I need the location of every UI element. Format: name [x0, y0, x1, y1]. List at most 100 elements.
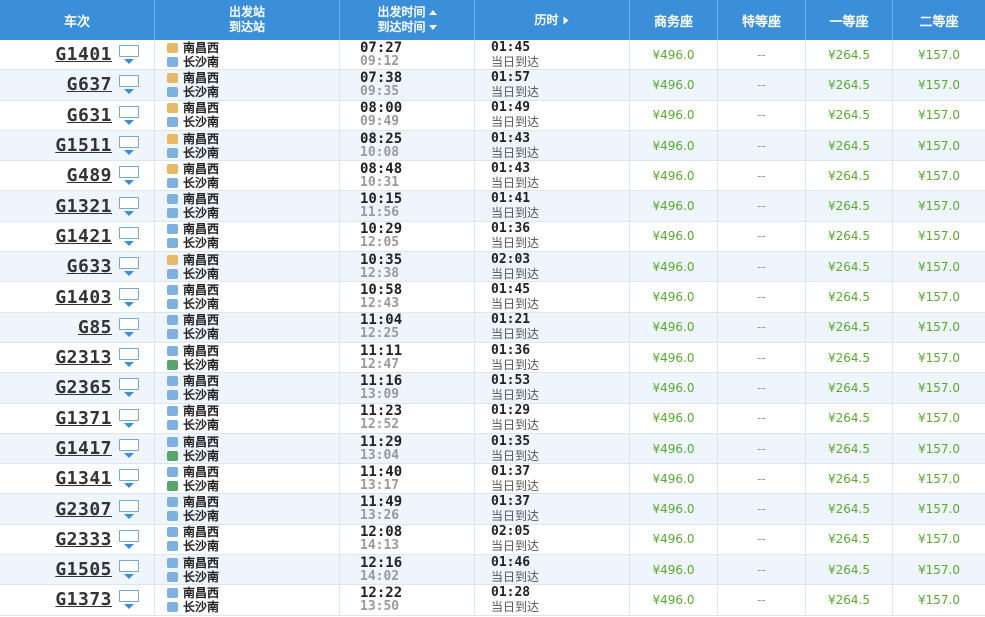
train-info-icon[interactable] [118, 560, 140, 580]
arrival-time: 13:50 [360, 598, 400, 614]
train-number-link[interactable]: G1417 [55, 438, 112, 459]
header-arr-sort[interactable]: 到达时间 [377, 20, 437, 35]
table-row[interactable]: G631 南昌西 长沙南 08:00 09:49 01:49 当日到达 ¥496.0 -- ¥26… [0, 100, 985, 131]
second-class-price: ¥157.0 [918, 411, 960, 426]
train-number-link[interactable]: G1505 [55, 559, 112, 580]
train-number-link[interactable]: G1321 [55, 196, 112, 217]
station-badge-icon [167, 450, 178, 461]
table-row[interactable]: G1321 南昌西 长沙南 10:15 11:56 01:41 当日到达 ¥496.0 -- ¥2… [0, 191, 985, 222]
train-number-link[interactable]: G1421 [55, 226, 112, 247]
train-number-link[interactable]: G1341 [55, 468, 112, 489]
arrival-time: 14:02 [360, 568, 400, 584]
first-class-price: ¥264.5 [806, 130, 893, 161]
header-train[interactable]: 车次 [0, 0, 155, 40]
train-number-link[interactable]: G2313 [55, 347, 112, 368]
table-row[interactable]: G2313 南昌西 长沙南 11:11 12:47 01:36 当日到达 ¥496.0 -- ¥2… [0, 342, 985, 374]
header-dep-sort[interactable]: 出发时间 [377, 5, 437, 20]
times-cell: 11:11 12:47 [340, 342, 475, 373]
from-station-name: 南昌西 [183, 373, 220, 388]
special-price: -- [718, 555, 806, 585]
train-info-icon[interactable] [118, 499, 140, 519]
train-info-icon[interactable] [118, 226, 140, 246]
train-number-link[interactable]: G1403 [55, 287, 112, 308]
train-number-link[interactable]: G1511 [55, 135, 112, 156]
train-info-icon[interactable] [118, 590, 140, 610]
table-row[interactable]: G1421 南昌西 长沙南 10:29 12:05 01:36 当日到达 ¥496.0 -- ¥2… [0, 221, 985, 253]
table-body: G1401 南昌西 长沙南 07:27 09:12 01:45 当日到达 ¥496.0 -- ¥2… [0, 40, 985, 616]
table-row[interactable]: G1511 南昌西 长沙南 08:25 10:08 01:43 当日到达 ¥496.0 -- ¥2… [0, 130, 985, 162]
train-number-link[interactable]: G633 [67, 256, 112, 277]
train-number-link[interactable]: G2333 [55, 529, 112, 550]
header-duration[interactable]: 历时 [475, 0, 630, 40]
train-info-icon[interactable] [118, 45, 140, 65]
train-info-icon[interactable] [118, 257, 140, 277]
train-info-icon[interactable] [118, 529, 140, 549]
station-badge-icon [167, 56, 178, 67]
table-row[interactable]: G637 南昌西 长沙南 07:38 09:35 01:57 当日到达 ¥496.0 -- ¥26… [0, 70, 985, 101]
to-station-name: 长沙南 [183, 297, 220, 312]
table-row[interactable]: G1505 南昌西 长沙南 12:16 14:02 01:46 当日到达 ¥496.0 -- ¥2… [0, 555, 985, 586]
duration-time: 01:49 [491, 100, 531, 116]
train-info-icon[interactable] [118, 75, 140, 95]
to-station-name: 长沙南 [183, 266, 220, 281]
departure-time: 12:22 [360, 584, 403, 601]
train-info-icon[interactable] [118, 166, 140, 186]
header-arr-label: 到达时间 [377, 20, 426, 34]
table-row[interactable]: G2333 南昌西 长沙南 12:08 14:13 02:05 当日到达 ¥496.0 -- ¥2… [0, 524, 985, 556]
first-class-price: ¥264.5 [806, 373, 893, 403]
table-row[interactable]: G85 南昌西 长沙南 11:04 12:25 01:21 当日到达 ¥496.0 -- ¥264… [0, 312, 985, 343]
table-row[interactable]: G1401 南昌西 长沙南 07:27 09:12 01:45 当日到达 ¥496.0 -- ¥2… [0, 40, 985, 71]
train-info-icon[interactable] [118, 378, 140, 398]
header-train-label: 车次 [63, 14, 90, 30]
train-number-link[interactable]: G2307 [55, 499, 112, 520]
train-info-icon[interactable] [118, 196, 140, 216]
table-row[interactable]: G489 南昌西 长沙南 08:48 10:31 01:43 当日到达 ¥496.0 -- ¥26… [0, 161, 985, 192]
header-stations[interactable]: 出发站 到达站 [155, 0, 340, 40]
table-row[interactable]: G633 南昌西 长沙南 10:35 12:38 02:03 当日到达 ¥496.0 -- ¥26… [0, 252, 985, 283]
duration-time: 01:37 [491, 494, 531, 510]
train-info-icon[interactable] [118, 136, 140, 156]
special-price: -- [718, 130, 806, 161]
train-info-icon[interactable] [118, 348, 140, 368]
train-number-link[interactable]: G1401 [55, 44, 112, 65]
departure-time: 11:49 [360, 494, 403, 511]
train-number-link[interactable]: G489 [67, 165, 112, 186]
table-row[interactable]: G2365 南昌西 长沙南 11:16 13:09 01:53 当日到达 ¥496.0 -- ¥2… [0, 373, 985, 404]
train-number-link[interactable]: G637 [67, 74, 112, 95]
special-price: -- [718, 191, 806, 221]
from-station-name: 南昌西 [183, 222, 220, 237]
table-row[interactable]: G1341 南昌西 长沙南 11:40 13:17 01:37 当日到达 ¥496.0 -- ¥2… [0, 464, 985, 495]
arrival-time: 09:49 [360, 114, 400, 130]
train-info-icon[interactable] [118, 439, 140, 458]
table-row[interactable]: G1403 南昌西 长沙南 10:58 12:43 01:45 当日到达 ¥496.0 -- ¥2… [0, 282, 985, 313]
duration-cell: 01:37 当日到达 [475, 494, 630, 524]
train-info-icon[interactable] [118, 469, 140, 489]
train-number-link[interactable]: G2365 [55, 377, 112, 398]
from-station: 南昌西 [167, 313, 219, 327]
table-row[interactable]: G1371 南昌西 长沙南 11:23 12:52 01:29 当日到达 ¥496.0 -- ¥2… [0, 403, 985, 434]
train-number-link[interactable]: G1371 [55, 408, 112, 429]
header-times[interactable]: 出发时间 到达时间 [340, 0, 475, 40]
table-row[interactable]: G1417 南昌西 长沙南 11:29 13:04 01:35 当日到达 ¥496.0 -- ¥2… [0, 433, 985, 465]
special-price: -- [718, 312, 806, 342]
business-price: ¥496.0 [630, 494, 718, 524]
business-price: ¥496.0 [630, 585, 718, 615]
stations-cell: 南昌西 长沙南 [155, 100, 340, 130]
to-station-name: 长沙南 [183, 175, 220, 190]
business-price: ¥496.0 [630, 70, 718, 100]
duration-cell: 02:05 当日到达 [475, 524, 630, 555]
business-price: ¥496.0 [630, 130, 718, 161]
train-info-icon[interactable] [118, 317, 140, 337]
table-row[interactable]: G1373 南昌西 长沙南 12:22 13:50 01:28 当日到达 ¥496.0 -- ¥2… [0, 584, 985, 616]
train-number-link[interactable]: G85 [78, 317, 112, 338]
train-info-icon[interactable] [118, 287, 140, 307]
train-number-link[interactable]: G631 [67, 105, 112, 126]
from-station: 南昌西 [167, 41, 219, 55]
train-info-icon[interactable] [118, 105, 140, 125]
table-row[interactable]: G2307 南昌西 长沙南 11:49 13:26 01:37 当日到达 ¥496.0 -- ¥2… [0, 494, 985, 525]
train-number-link[interactable]: G1373 [55, 589, 112, 610]
business-price: ¥496.0 [630, 555, 718, 585]
train-info-icon[interactable] [118, 408, 140, 428]
duration-cell: 01:29 当日到达 [475, 403, 630, 433]
station-badge-icon [167, 117, 178, 128]
